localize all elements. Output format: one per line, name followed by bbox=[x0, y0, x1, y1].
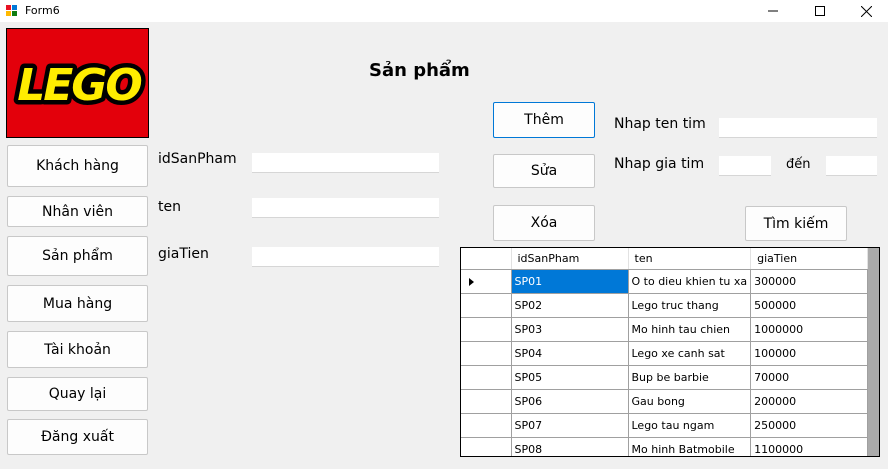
cell-name[interactable]: Mo hinh tau chien bbox=[628, 317, 752, 342]
products-grid[interactable]: idSanPham ten giaTien SP01 O to dieu khi… bbox=[460, 247, 880, 457]
cell-price[interactable]: 100000 bbox=[750, 341, 869, 366]
table-row[interactable]: SP08 Mo hinh Batmobile 1100000 bbox=[461, 437, 869, 456]
cell-name[interactable]: Lego tau ngam bbox=[628, 413, 752, 438]
table-row[interactable]: SP04 Lego xe canh sat 100000 bbox=[461, 341, 869, 366]
search-price-to-input[interactable] bbox=[826, 156, 877, 176]
nav-products-button[interactable]: Sản phẩm bbox=[7, 236, 148, 276]
cell-name[interactable]: Lego truc thang bbox=[628, 293, 752, 318]
nav-back-button[interactable]: Quay lại bbox=[7, 377, 148, 411]
row-header[interactable] bbox=[461, 437, 512, 456]
nav-account-button[interactable]: Tài khoản bbox=[7, 331, 148, 368]
nav-purchase-button[interactable]: Mua hàng bbox=[7, 285, 148, 322]
cell-name[interactable]: Gau bong bbox=[628, 389, 752, 414]
row-header[interactable] bbox=[461, 365, 512, 390]
search-name-input[interactable] bbox=[719, 118, 877, 138]
cell-name[interactable]: Mo hinh Batmobile bbox=[628, 437, 752, 456]
grid-header-row: idSanPham ten giaTien bbox=[461, 248, 869, 270]
cell-price[interactable]: 500000 bbox=[750, 293, 869, 318]
row-header[interactable] bbox=[461, 389, 512, 414]
delete-button[interactable]: Xóa bbox=[493, 205, 595, 241]
cell-id[interactable]: SP04 bbox=[511, 341, 629, 366]
cell-price[interactable]: 250000 bbox=[750, 413, 869, 438]
cell-id[interactable]: SP02 bbox=[511, 293, 629, 318]
row-header[interactable] bbox=[461, 341, 512, 366]
cell-id[interactable]: SP01 bbox=[511, 269, 629, 294]
name-input[interactable] bbox=[252, 198, 439, 218]
cell-id[interactable]: SP07 bbox=[511, 413, 629, 438]
column-header-name[interactable]: ten bbox=[628, 248, 752, 270]
row-header[interactable] bbox=[461, 413, 512, 438]
column-header-id[interactable]: idSanPham bbox=[511, 248, 629, 270]
nav-employees-button[interactable]: Nhân viên bbox=[7, 196, 148, 227]
search-name-label: Nhap ten tim bbox=[614, 116, 706, 132]
table-row[interactable]: SP03 Mo hinh tau chien 1000000 bbox=[461, 317, 869, 342]
search-price-label: Nhap gia tim bbox=[614, 156, 705, 172]
edit-button[interactable]: Sửa bbox=[493, 154, 595, 188]
cell-name[interactable]: Bup be barbie bbox=[628, 365, 752, 390]
cell-name[interactable]: Lego xe canh sat bbox=[628, 341, 752, 366]
add-button[interactable]: Thêm bbox=[493, 102, 595, 138]
name-label: ten bbox=[158, 199, 181, 215]
minimize-icon[interactable] bbox=[753, 0, 793, 22]
window-title: Form6 bbox=[25, 4, 60, 17]
maximize-icon[interactable] bbox=[800, 0, 840, 22]
cell-price[interactable]: 1000000 bbox=[750, 317, 869, 342]
grid-corner-header bbox=[461, 248, 512, 270]
search-price-from-input[interactable] bbox=[719, 156, 771, 176]
title-bar[interactable]: Form6 bbox=[0, 0, 888, 22]
table-row[interactable]: SP01 O to dieu khien tu xa 300000 bbox=[461, 269, 869, 294]
cell-price[interactable]: 1100000 bbox=[750, 437, 869, 456]
table-row[interactable]: SP06 Gau bong 200000 bbox=[461, 389, 869, 414]
cell-name[interactable]: O to dieu khien tu xa bbox=[628, 269, 752, 294]
id-input[interactable] bbox=[252, 153, 439, 173]
page-title: Sản phẩm bbox=[369, 60, 470, 81]
app-icon bbox=[6, 5, 18, 17]
cell-id[interactable]: SP06 bbox=[511, 389, 629, 414]
row-header[interactable] bbox=[461, 317, 512, 342]
nav-customers-button[interactable]: Khách hàng bbox=[7, 145, 148, 187]
price-label: giaTien bbox=[158, 246, 209, 262]
row-header[interactable] bbox=[461, 293, 512, 318]
row-header[interactable] bbox=[461, 269, 512, 294]
nav-logout-button[interactable]: Đăng xuất bbox=[7, 419, 148, 455]
table-row[interactable]: SP07 Lego tau ngam 250000 bbox=[461, 413, 869, 438]
id-label: idSanPham bbox=[158, 151, 237, 167]
price-to-label: đến bbox=[786, 157, 811, 172]
cell-price[interactable]: 200000 bbox=[750, 389, 869, 414]
close-icon[interactable] bbox=[846, 0, 886, 22]
current-row-arrow-icon bbox=[469, 277, 474, 286]
cell-id[interactable]: SP05 bbox=[511, 365, 629, 390]
search-button[interactable]: Tìm kiếm bbox=[745, 206, 847, 241]
cell-price[interactable]: 70000 bbox=[750, 365, 869, 390]
lego-logo: LEGO bbox=[6, 28, 149, 138]
column-header-price[interactable]: giaTien bbox=[750, 248, 869, 270]
table-row[interactable]: SP05 Bup be barbie 70000 bbox=[461, 365, 869, 390]
form6-window: Form6 LEGO Khách hàng Nhân viên Sản phẩm… bbox=[0, 0, 888, 469]
cell-price[interactable]: 300000 bbox=[750, 269, 869, 294]
cell-id[interactable]: SP03 bbox=[511, 317, 629, 342]
lego-logo-text: LEGO bbox=[17, 60, 141, 111]
table-row[interactable]: SP02 Lego truc thang 500000 bbox=[461, 293, 869, 318]
price-input[interactable] bbox=[252, 247, 439, 267]
cell-id[interactable]: SP08 bbox=[511, 437, 629, 456]
lego-logo-graphic: LEGO bbox=[13, 56, 148, 116]
